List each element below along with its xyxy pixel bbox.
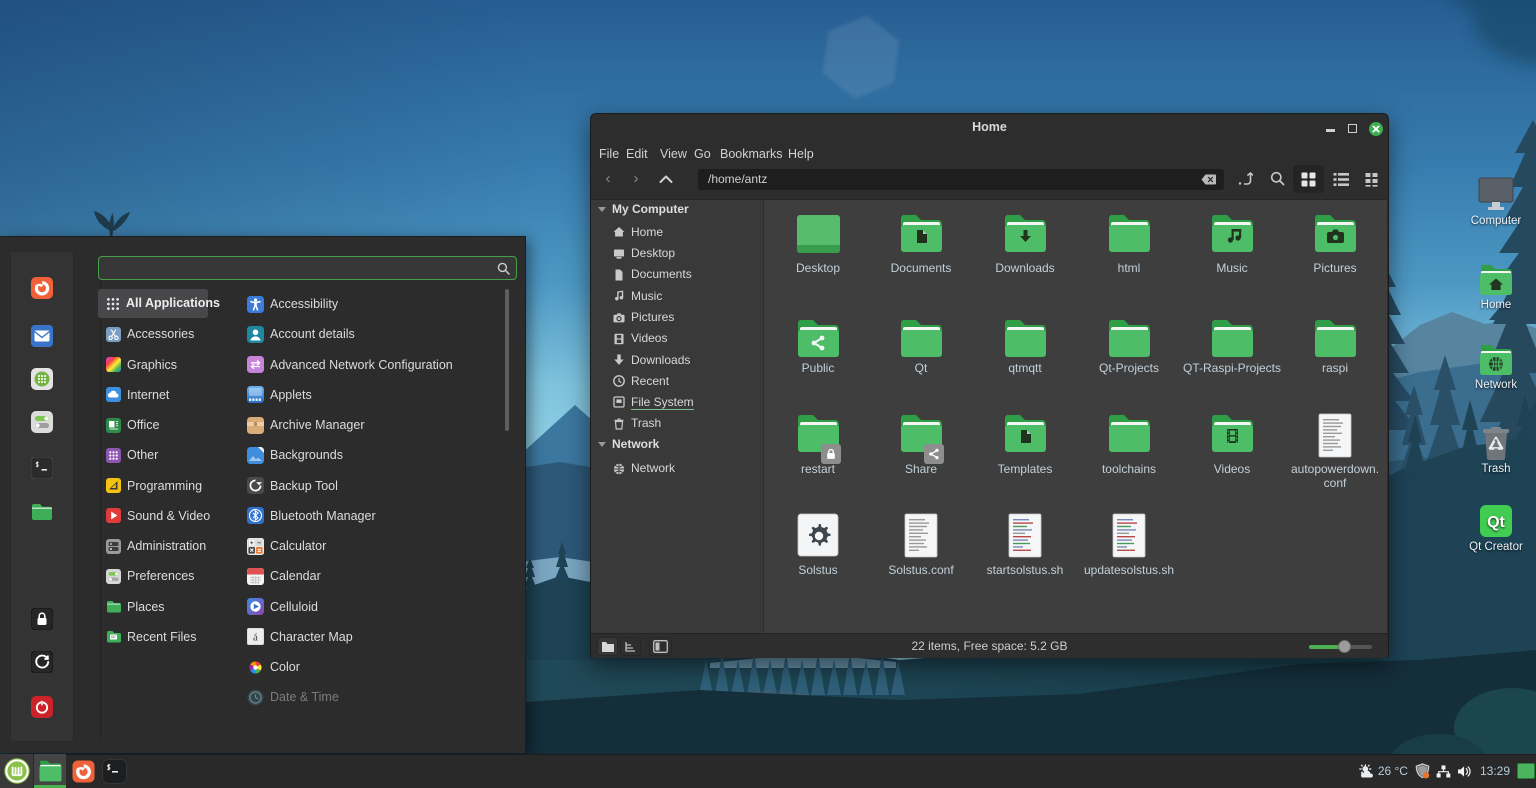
svg-text:á: á <box>253 632 258 644</box>
svg-text:Qt: Qt <box>1487 514 1505 531</box>
